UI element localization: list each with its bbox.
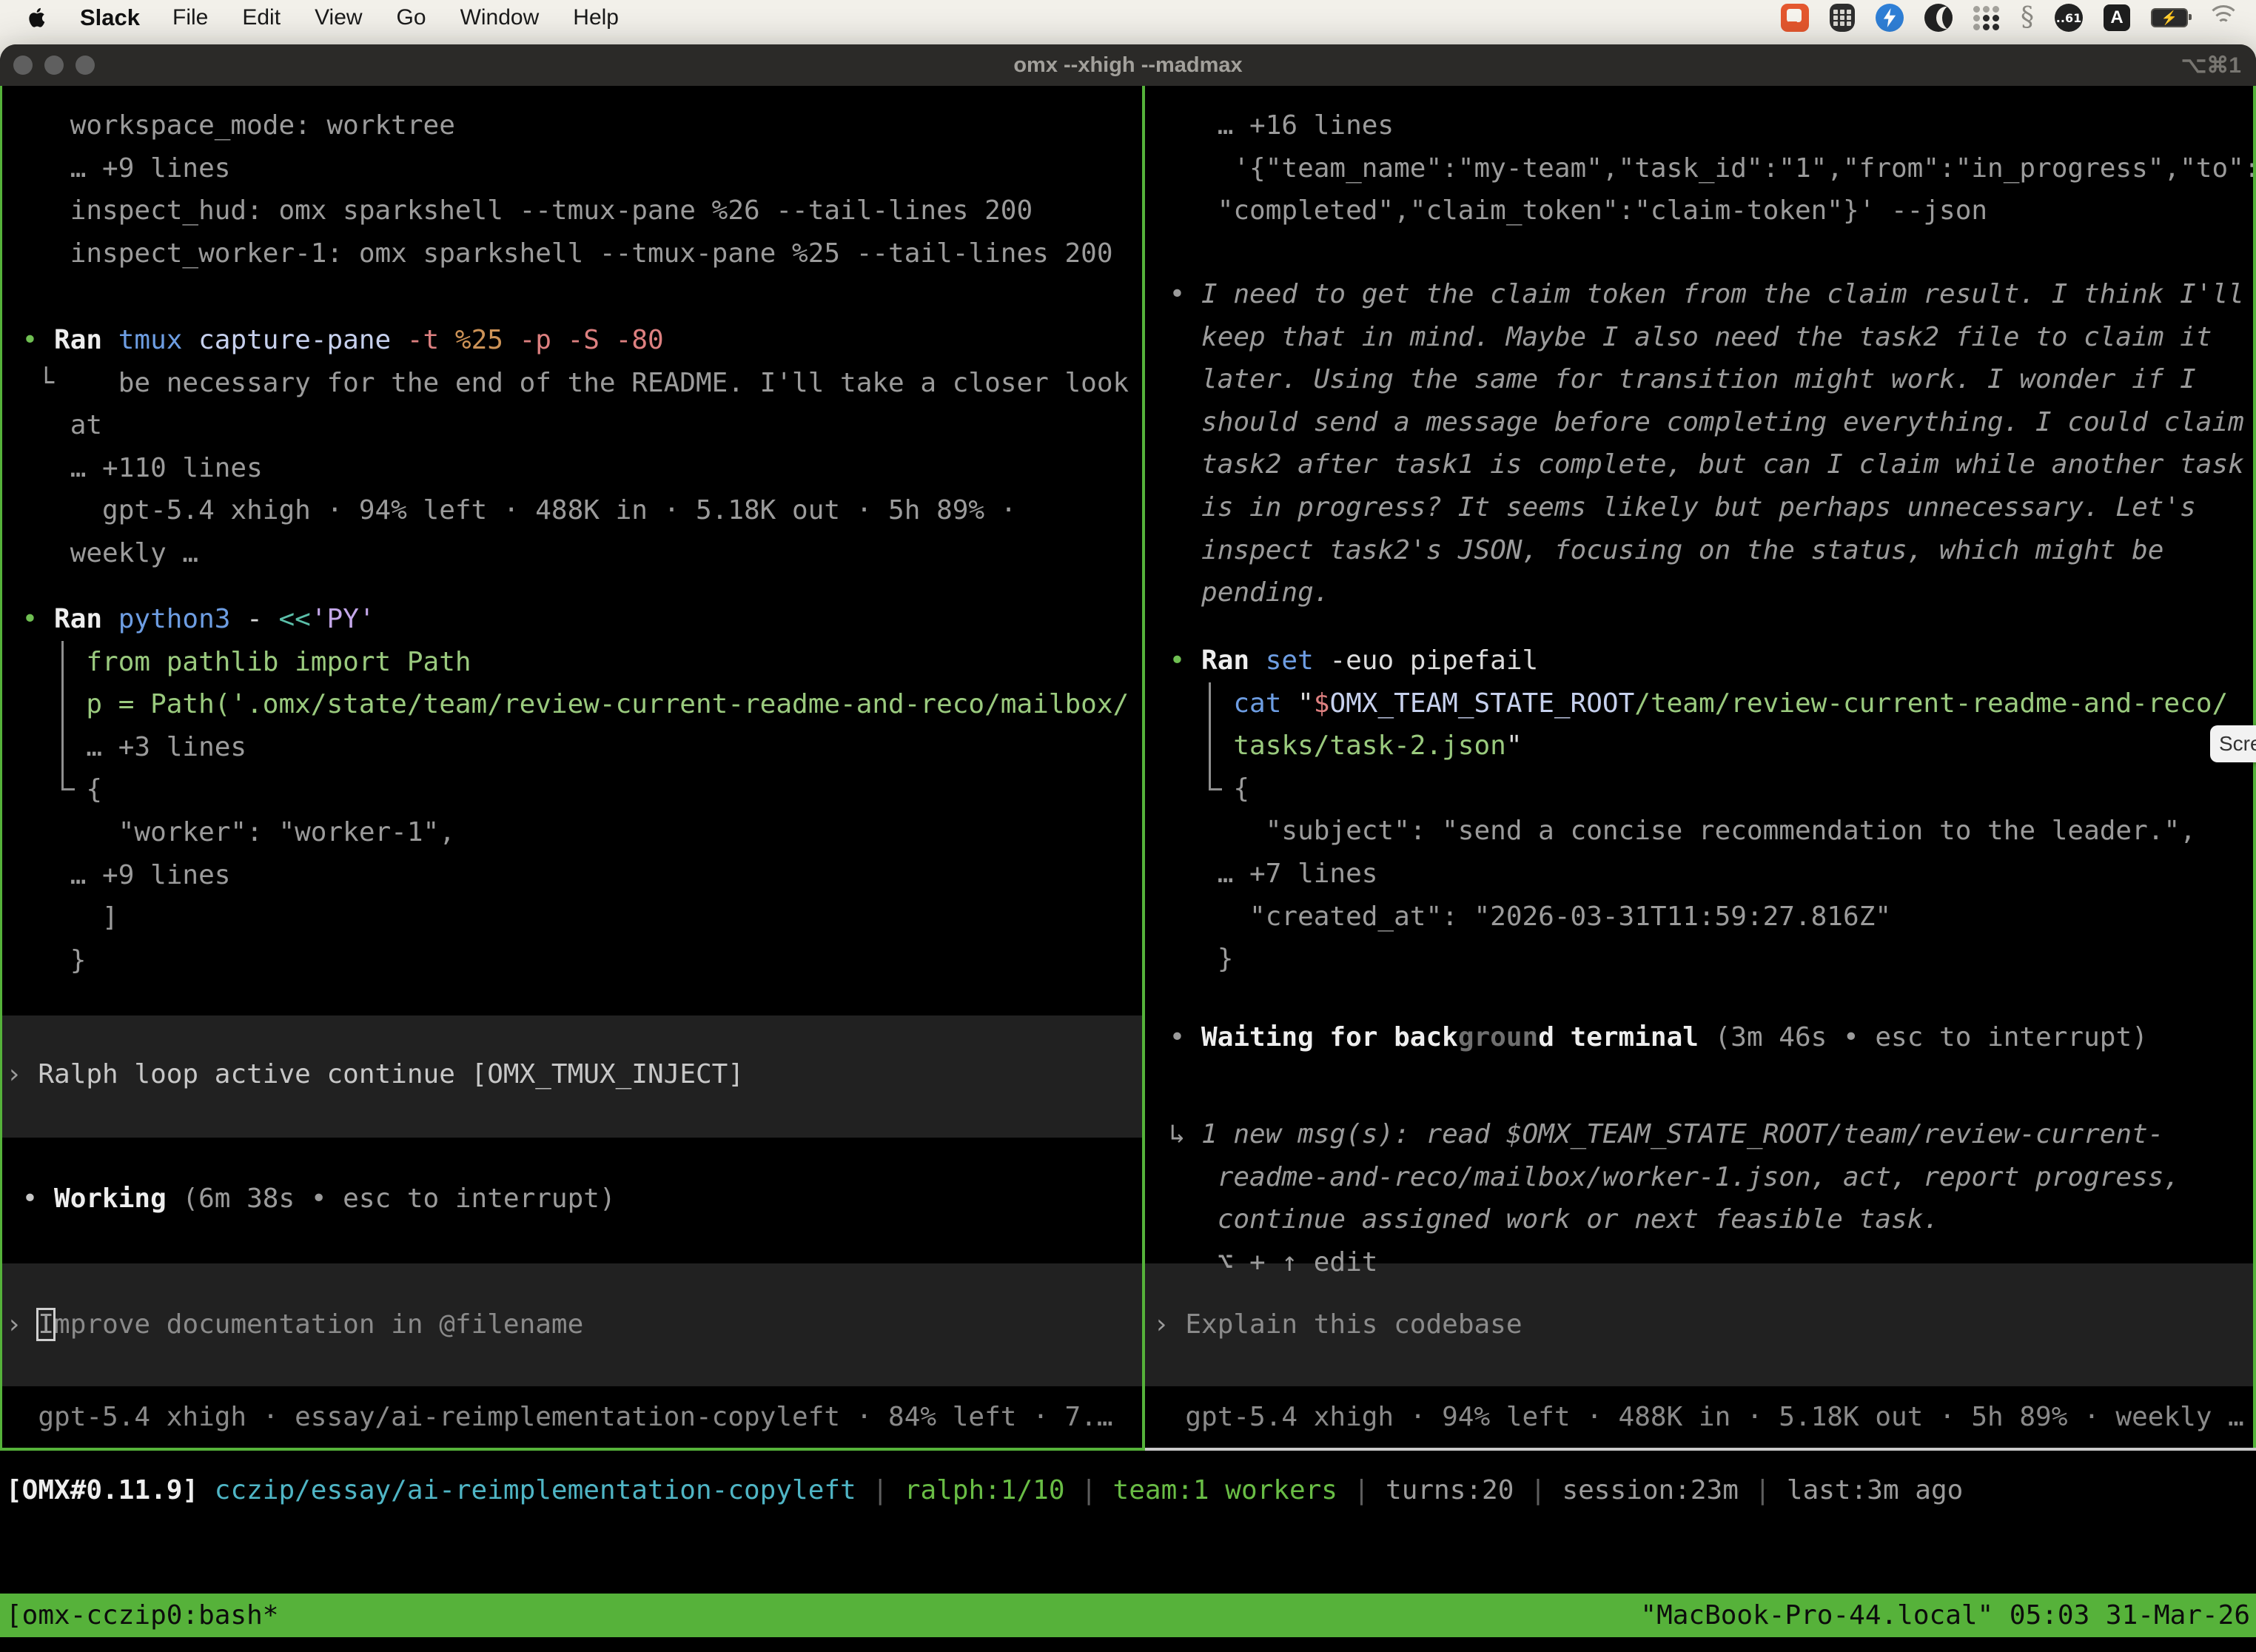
badge-61-icon[interactable]: ..61: [2055, 4, 2083, 32]
terminal-line: }: [1153, 938, 2228, 981]
terminal-line: "completed","claim_token":"claim-token"}…: [1153, 189, 2256, 232]
connector-line: [61, 788, 75, 790]
terminal-line: … +9 lines: [6, 854, 1129, 897]
terminal-line: continue assigned work or next feasible …: [1153, 1198, 2180, 1241]
screen-share-overlay[interactable]: Scre: [2210, 725, 2256, 762]
s-hook-icon[interactable]: §: [2021, 4, 2034, 32]
terminal-line: ↳ 1 new msg(s): read $OMX_TEAM_STATE_ROO…: [1153, 1113, 2180, 1156]
terminal-line: inspect_worker-1: omx sparkshell --tmux-…: [6, 232, 1113, 275]
terminal-line: "worker": "worker-1",: [6, 811, 1129, 854]
terminal-line: └ be necessary for the end of the README…: [6, 362, 1129, 405]
menubar: Slack FileEditViewGoWindowHelp § ..61 A …: [0, 0, 2256, 36]
dots-grid-icon[interactable]: [1973, 6, 2000, 30]
dark-mode-icon[interactable]: [1924, 4, 1953, 32]
terminal-line: … +16 lines: [1153, 104, 2256, 147]
terminal-line: • Ran tmux capture-pane -t %25 -p -S -80: [6, 319, 1129, 362]
a-square-icon[interactable]: A: [2104, 4, 2130, 31]
window-shortcut-hint: ⌥⌘1: [2181, 44, 2241, 86]
terminal-content: workspace_mode: worktree … +9 lines insp…: [0, 86, 2256, 1652]
left-pane: workspace_mode: worktree … +9 lines insp…: [0, 86, 1141, 1450]
terminal-line: › Explain this codebase: [1153, 1303, 1523, 1346]
terminal-line: from pathlib import Path: [6, 641, 1129, 684]
lightning-badge-icon[interactable]: [1876, 4, 1904, 32]
terminal-line: inspect_hud: omx sparkshell --tmux-pane …: [6, 189, 1113, 232]
terminal-line: {: [1153, 768, 2228, 810]
terminal-line: • Ran python3 - <<'PY': [6, 598, 1129, 641]
terminal-line: cat "$OMX_TEAM_STATE_ROOT/team/review-cu…: [1153, 682, 2228, 725]
terminal-line: • Waiting for background terminal (3m 46…: [1153, 1016, 2148, 1059]
connector-line: [61, 641, 64, 790]
terminal-line: gpt-5.4 xhigh · 94% left · 488K in · 5.1…: [1153, 1396, 2244, 1439]
terminal-line: }: [6, 939, 1129, 982]
terminal-line: '{"team_name":"my-team","task_id":"1","f…: [1153, 147, 2256, 190]
right-pane: … +16 lines '{"team_name":"my-team","tas…: [1147, 86, 2256, 1450]
menu-item-go[interactable]: Go: [397, 5, 426, 30]
connector-line: [1209, 682, 1211, 790]
terminal-line: gpt-5.4 xhigh · essay/ai-reimplementatio…: [6, 1396, 1113, 1439]
tmux-status-bar: [omx-cczip0:bash* "MacBook-Pro-44.local"…: [0, 1594, 2256, 1637]
terminal-line: [OMX#0.11.9] cczip/essay/ai-reimplementa…: [6, 1469, 1963, 1512]
terminal-line: • Working (6m 38s • esc to interrupt): [6, 1178, 616, 1220]
terminal-line: at: [6, 404, 1129, 447]
tmux-session-label[interactable]: [omx-cczip0:bash*: [0, 1600, 278, 1631]
terminal-line: pending.: [1153, 571, 2244, 614]
menu-item-help[interactable]: Help: [573, 5, 619, 30]
chat-app-icon[interactable]: [1781, 4, 1809, 32]
terminal-line: p = Path('.omx/state/team/review-current…: [6, 683, 1129, 726]
menu-item-file[interactable]: File: [172, 5, 208, 30]
terminal-line: … +7 lines: [1153, 853, 2228, 896]
terminal-line: readme-and-reco/mailbox/worker-1.json, a…: [1153, 1156, 2180, 1199]
terminal-line: "created_at": "2026-03-31T11:59:27.816Z": [1153, 896, 2228, 939]
privacy-shield-icon[interactable]: [1830, 4, 1855, 32]
menu-item-window[interactable]: Window: [460, 5, 540, 30]
pane-border-right-edge: [2253, 86, 2256, 1450]
terminal-line: weekly …: [6, 532, 1129, 575]
menu-item-view[interactable]: View: [315, 5, 362, 30]
pane-border-bottom-left: [0, 1448, 1145, 1451]
terminal-line: keep that in mind. Maybe I also need the…: [1153, 316, 2244, 359]
terminal-line: task2 after task1 is complete, but can I…: [1153, 443, 2244, 486]
terminal-line: › Improve documentation in @filename: [6, 1303, 583, 1346]
terminal-line: should send a message before completing …: [1153, 401, 2244, 444]
terminal-line: … +3 lines: [6, 726, 1129, 769]
titlebar[interactable]: omx --xhigh --madmax ⌥⌘1: [0, 44, 2256, 87]
terminal-line: • I need to get the claim token from the…: [1153, 273, 2244, 316]
terminal-line: "subject": "send a concise recommendatio…: [1153, 810, 2228, 853]
menu-item-edit[interactable]: Edit: [242, 5, 281, 30]
terminal-line: › Ralph loop active continue [OMX_TMUX_I…: [6, 1053, 744, 1096]
terminal-line: gpt-5.4 xhigh · 94% left · 488K in · 5.1…: [6, 489, 1129, 532]
terminal-window: omx --xhigh --madmax ⌥⌘1 workspace_mode:…: [0, 44, 2256, 1652]
terminal-line: ⌥ + ↑ edit: [1153, 1241, 2180, 1284]
pane-border-left-edge: [0, 86, 2, 1450]
window-title: omx --xhigh --madmax: [0, 44, 2256, 86]
apple-menu-icon[interactable]: [28, 7, 47, 29]
wifi-icon[interactable]: [2209, 7, 2238, 29]
terminal-line: later. Using the same for transition mig…: [1153, 358, 2244, 401]
terminal-line: is in progress? It seems likely but perh…: [1153, 486, 2244, 529]
terminal-line: ]: [6, 896, 1129, 939]
terminal-line: inspect task2's JSON, focusing on the st…: [1153, 529, 2244, 572]
connector-line: [1209, 788, 1222, 790]
pane-divider[interactable]: [1142, 86, 1145, 1450]
pane-border-bottom-right: [1145, 1448, 2256, 1451]
terminal-line: {: [6, 768, 1129, 811]
tmux-host-clock: "MacBook-Pro-44.local" 05:03 31-Mar-26: [1640, 1600, 2250, 1631]
screen: Slack FileEditViewGoWindowHelp § ..61 A …: [0, 0, 2256, 1652]
terminal-line: … +110 lines: [6, 447, 1129, 490]
terminal-line: • Ran set -euo pipefail: [1153, 639, 2228, 682]
terminal-line: workspace_mode: worktree: [6, 104, 1113, 147]
terminal-line: … +9 lines: [6, 147, 1113, 190]
terminal-line: tasks/task-2.json": [1153, 725, 2228, 768]
menubar-app-name[interactable]: Slack: [80, 4, 140, 31]
battery-icon[interactable]: ⚡: [2151, 8, 2188, 27]
